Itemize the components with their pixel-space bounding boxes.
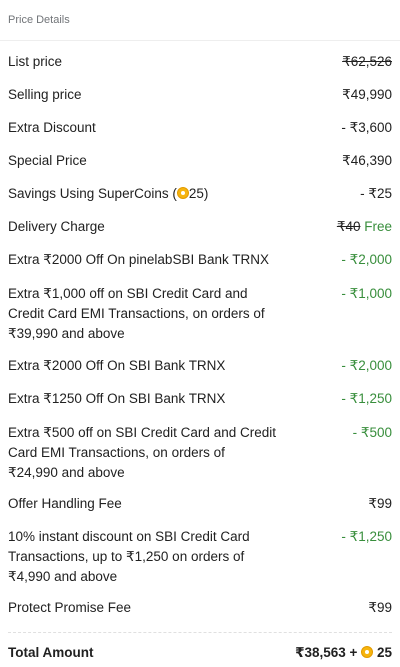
row-extra-discount: Extra Discount - ₹3,600 (8, 118, 392, 138)
row-offer-pinelab: Extra ₹2000 Off On pinelabSBI Bank TRNX … (8, 250, 392, 270)
price-details-header: Price Details (0, 0, 400, 41)
row-value: - ₹1,250 (341, 529, 392, 544)
total-price: ₹38,563 + (295, 645, 358, 660)
total-coins: 25 (376, 645, 392, 660)
row-value: - ₹2,000 (341, 358, 392, 373)
total-divider (8, 632, 392, 633)
row-offer-sbi-instant: 10% instant discount on SBI Credit Card … (8, 527, 392, 587)
delivery-original-price: ₹40 (336, 219, 361, 234)
row-delivery-charge: Delivery Charge ₹40 Free (8, 217, 392, 237)
total-amount-row: Total Amount ₹38,563 + 25 (8, 643, 392, 663)
row-value: - ₹500 (352, 425, 392, 440)
row-list-price: List price ₹62,526 (8, 52, 392, 72)
row-label: Extra ₹2000 Off On pinelabSBI Bank TRNX (8, 252, 269, 267)
row-supercoins-savings: Savings Using SuperCoins ( 25) - ₹25 (8, 184, 392, 204)
row-value: ₹99 (368, 600, 392, 615)
supercoin-count: 25 (188, 186, 204, 201)
row-label: Savings Using SuperCoins ( 25) (8, 184, 208, 204)
row-value: - ₹3,600 (341, 120, 392, 135)
row-label-suffix: ) (203, 186, 209, 201)
supercoin-icon (361, 646, 374, 658)
row-label: Special Price (8, 153, 87, 168)
row-label: Delivery Charge (8, 219, 105, 234)
row-value: - ₹1,000 (341, 286, 392, 301)
row-value: ₹40 Free (337, 217, 392, 237)
row-value: ₹99 (368, 496, 392, 511)
row-value: ₹46,390 (342, 153, 392, 168)
row-offer-sbi-2000: Extra ₹2000 Off On SBI Bank TRNX - ₹2,00… (8, 356, 392, 376)
delivery-free-label: Free (364, 219, 392, 234)
row-label: Selling price (8, 87, 82, 102)
row-label-prefix: Savings Using SuperCoins ( (8, 186, 177, 201)
section-title: Price Details (8, 14, 70, 26)
row-label: List price (8, 54, 63, 69)
row-offer-sbi-1000: Extra ₹1,000 off on SBI Credit Card and … (8, 284, 392, 344)
row-value: - ₹2,000 (341, 252, 392, 267)
row-label: Extra ₹1,000 off on SBI Credit Card and … (8, 286, 265, 341)
row-value: - ₹25 (360, 186, 392, 201)
row-label: Extra ₹1250 Off On SBI Bank TRNX (8, 391, 226, 406)
row-label: Extra ₹500 off on SBI Credit Card and Cr… (8, 425, 276, 480)
total-label: Total Amount (8, 645, 94, 660)
row-offer-sbi-500: Extra ₹500 off on SBI Credit Card and Cr… (8, 423, 392, 483)
row-label: Protect Promise Fee (8, 600, 132, 615)
row-value: - ₹1,250 (341, 391, 392, 406)
supercoin-icon (176, 187, 189, 199)
row-protect-promise-fee: Protect Promise Fee ₹99 (8, 598, 392, 618)
row-offer-sbi-1250: Extra ₹1250 Off On SBI Bank TRNX - ₹1,25… (8, 389, 392, 409)
row-selling-price: Selling price ₹49,990 (8, 85, 392, 105)
total-value: ₹38,563 + 25 (295, 643, 392, 663)
row-special-price: Special Price ₹46,390 (8, 151, 392, 171)
row-value: ₹62,526 (342, 54, 392, 69)
row-label: Extra ₹2000 Off On SBI Bank TRNX (8, 358, 226, 373)
row-label: Offer Handling Fee (8, 496, 122, 511)
row-value: ₹49,990 (342, 87, 392, 102)
row-offer-handling-fee: Offer Handling Fee ₹99 (8, 494, 392, 514)
row-label: Extra Discount (8, 120, 96, 135)
row-label: 10% instant discount on SBI Credit Card … (8, 529, 250, 584)
